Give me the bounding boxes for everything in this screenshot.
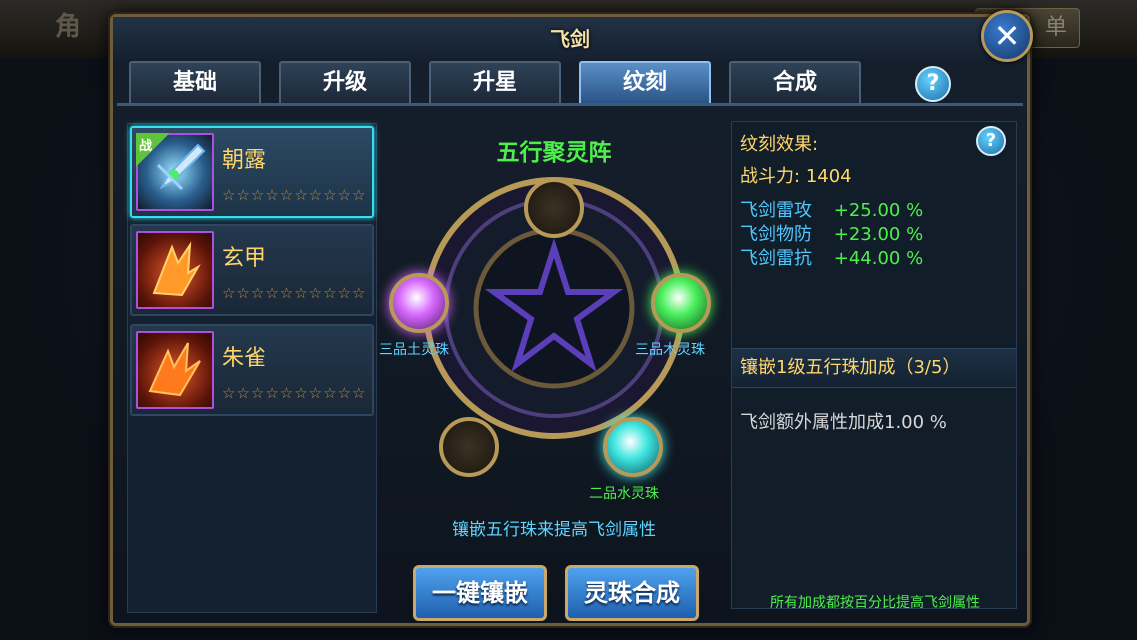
attr-row: 飞剑雷抗 +44.00 %: [740, 244, 923, 270]
star-rating: ☆☆☆☆☆☆☆☆☆☆: [222, 284, 367, 302]
sword-item-xuanjia[interactable]: 玄甲 ☆☆☆☆☆☆☆☆☆☆: [130, 224, 374, 316]
sword-zhuque-icon: [136, 331, 214, 409]
background-title: 角: [55, 12, 82, 42]
attr-value: +44.00 %: [833, 248, 924, 269]
attr-row: 飞剑物防 +23.00 %: [740, 220, 923, 246]
panel-title: 飞剑: [550, 27, 590, 51]
array-hint: 镶嵌五行珠来提高飞剑属性: [452, 520, 656, 540]
gem-earth-label: 三品土灵珠: [379, 342, 449, 358]
effects-help-icon[interactable]: ?: [976, 126, 1006, 156]
socket-water[interactable]: [603, 417, 663, 477]
sword-chaolu-icon: 战: [136, 133, 214, 211]
effects-footer: 所有加成都按百分比提高飞剑属性: [770, 595, 980, 611]
sword-panel: 飞剑 基础 升级 升星 纹刻 合成 ? 战 朝露 ☆☆☆☆☆☆☆☆☆☆ 玄甲 ☆…: [110, 14, 1030, 626]
close-button[interactable]: ✕: [981, 10, 1033, 62]
sword-item-zhuque[interactable]: 朱雀 ☆☆☆☆☆☆☆☆☆☆: [130, 324, 374, 416]
attr-value: +25.00 %: [833, 200, 924, 221]
attr-row: 飞剑雷攻 +25.00 %: [740, 196, 923, 222]
close-icon: ✕: [993, 17, 1021, 55]
bonus-header: 镶嵌1级五行珠加成（3/5）: [732, 348, 1016, 388]
sword-xuanjia-icon: [136, 231, 214, 309]
gem-combine-button[interactable]: 灵珠合成: [565, 565, 699, 621]
combat-power-label: 战斗力:: [740, 166, 801, 187]
sword-name: 玄甲: [222, 246, 267, 271]
tab-upgrade[interactable]: 升级: [279, 61, 411, 103]
array-title: 五行聚灵阵: [496, 140, 612, 166]
socket-bottom-left[interactable]: [439, 417, 499, 477]
attr-value: +23.00 %: [833, 224, 924, 245]
tab-basic[interactable]: 基础: [129, 61, 261, 103]
attr-name: 飞剑雷攻: [740, 200, 812, 221]
effects-title: 纹刻效果:: [740, 134, 819, 155]
battle-tag: 战: [136, 133, 170, 167]
attr-name: 飞剑雷抗: [740, 248, 812, 269]
sword-list: 战 朝露 ☆☆☆☆☆☆☆☆☆☆ 玄甲 ☆☆☆☆☆☆☆☆☆☆ 朱雀 ☆☆☆☆☆☆☆…: [127, 123, 377, 613]
star-rating: ☆☆☆☆☆☆☆☆☆☆: [222, 384, 367, 402]
gem-water-label: 二品水灵珠: [589, 486, 659, 502]
combat-power: 战斗力: 1404: [740, 162, 852, 188]
sword-item-chaolu[interactable]: 战 朝露 ☆☆☆☆☆☆☆☆☆☆: [130, 126, 374, 218]
socket-wood[interactable]: [651, 273, 711, 333]
tab-combine[interactable]: 合成: [729, 61, 861, 103]
sword-name: 朝露: [222, 148, 267, 173]
effects-panel: 纹刻效果: ? 战斗力: 1404 飞剑雷攻 +25.00 % 飞剑物防 +23…: [731, 121, 1017, 611]
combat-power-value: 1404: [805, 166, 852, 187]
tab-star-up[interactable]: 升星: [429, 61, 561, 103]
help-icon[interactable]: ?: [915, 66, 951, 102]
socket-top[interactable]: [524, 178, 584, 238]
inlay-all-button[interactable]: 一键镶嵌: [413, 565, 547, 621]
star-rating: ☆☆☆☆☆☆☆☆☆☆: [222, 186, 367, 204]
tabbar-divider: [117, 103, 1023, 106]
socket-earth[interactable]: [389, 273, 449, 333]
gem-wood-label: 三品木灵珠: [635, 342, 705, 358]
engrave-array-area: 五行聚灵阵 三品土灵珠 三品木灵珠 二品水灵珠 镶嵌五行珠来提高飞剑属性 一键镶…: [379, 123, 729, 633]
sword-name: 朱雀: [222, 346, 267, 371]
bonus-text: 飞剑额外属性加成1.00 %: [740, 412, 947, 433]
attr-name: 飞剑物防: [740, 224, 812, 245]
tab-engrave[interactable]: 纹刻: [579, 61, 711, 103]
